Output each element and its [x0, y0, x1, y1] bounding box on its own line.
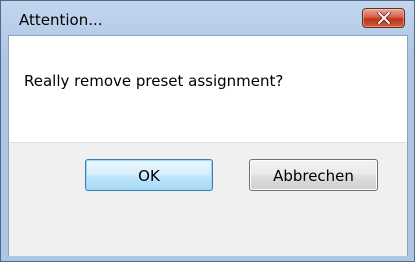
close-button[interactable] — [362, 8, 405, 28]
cancel-button[interactable]: Abbrechen — [249, 159, 378, 191]
dialog-title: Attention... — [19, 11, 103, 29]
close-icon — [377, 12, 391, 24]
dialog-message: Really remove preset assignment? — [24, 72, 284, 90]
ok-button[interactable]: OK — [85, 159, 213, 191]
title-bar[interactable]: Attention... — [1, 1, 414, 35]
dialog-window: Attention... Really remove preset assign… — [0, 0, 415, 262]
dialog-body — [8, 35, 408, 256]
